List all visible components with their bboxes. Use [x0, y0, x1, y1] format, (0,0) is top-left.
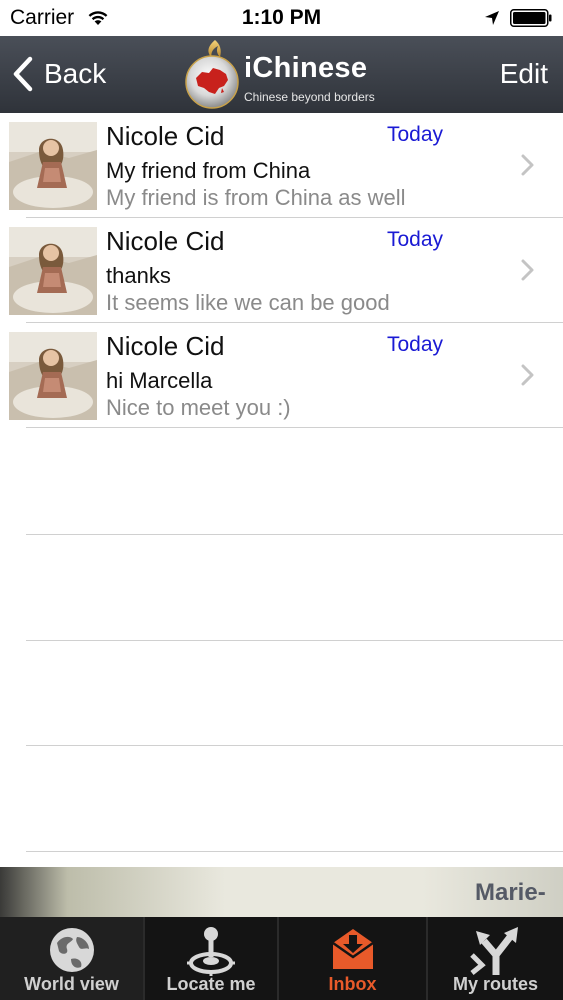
globe-icon: [49, 928, 94, 972]
status-time: 1:10 PM: [241, 6, 322, 29]
tab-locate-me[interactable]: Locate me: [145, 917, 277, 1000]
message-subject: thanks: [106, 263, 171, 288]
app-subtitle: Chinese beyond borders: [244, 90, 375, 104]
message-date: Today: [387, 228, 444, 251]
tab-world-view[interactable]: World view: [0, 917, 143, 1000]
chevron-left-icon: [13, 56, 33, 92]
chevron-right-icon: [521, 259, 534, 281]
message-row[interactable]: Nicole Cid Today thanks It seems like we…: [0, 218, 563, 323]
joystick-icon: [187, 927, 235, 976]
message-preview: My friend is from China as well: [106, 185, 406, 210]
avatar: [9, 332, 97, 420]
tab-label: Inbox: [328, 974, 377, 994]
empty-row-divider: [26, 851, 563, 852]
sender-name: Nicole Cid: [106, 121, 225, 151]
message-subject: My friend from China: [106, 158, 311, 183]
ad-banner[interactable]: Marie-: [0, 867, 563, 917]
back-label: Back: [44, 58, 107, 89]
app-logo: iChinese Chinese beyond borders: [182, 38, 392, 110]
status-bar: Carrier 1:10 PM: [0, 0, 563, 36]
row-divider: [26, 427, 563, 428]
back-button[interactable]: Back: [10, 52, 106, 96]
message-list: Nicole Cid Today My friend from China My…: [0, 113, 563, 867]
tab-label: Locate me: [166, 974, 256, 994]
app-title: iChinese: [244, 52, 368, 84]
location-arrow-icon: [485, 11, 499, 25]
message-row[interactable]: Nicole Cid Today hi Marcella Nice to mee…: [0, 323, 563, 428]
battery-icon: [510, 9, 552, 27]
tab-label: My routes: [452, 974, 539, 994]
edit-button[interactable]: Edit: [500, 58, 548, 90]
message-subject: hi Marcella: [106, 368, 213, 393]
china-map-emblem-icon: [185, 40, 239, 109]
routes-icon: [469, 927, 518, 975]
message-preview: Nice to meet you :): [106, 395, 291, 420]
avatar: [9, 122, 97, 210]
empty-row-divider: [26, 640, 563, 641]
inbox-icon: [331, 929, 374, 969]
message-date: Today: [387, 123, 444, 146]
tab-bar: World view Locate me Inbox My routes: [0, 917, 563, 1000]
empty-row-divider: [26, 534, 563, 535]
chevron-right-icon: [521, 154, 534, 176]
message-date: Today: [387, 333, 444, 356]
tab-my-routes[interactable]: My routes: [428, 917, 563, 1000]
message-row[interactable]: Nicole Cid Today My friend from China My…: [0, 113, 563, 218]
avatar: [9, 227, 97, 315]
tab-inbox[interactable]: Inbox: [279, 917, 426, 1000]
navigation-bar: Back iChinese Chinese beyond borders Edi…: [0, 36, 563, 113]
sender-name: Nicole Cid: [106, 226, 225, 256]
message-preview: It seems like we can be good: [106, 290, 390, 315]
chevron-right-icon: [521, 364, 534, 386]
sender-name: Nicole Cid: [106, 331, 225, 361]
tab-label: World view: [24, 974, 119, 994]
banner-text: Marie-: [475, 879, 546, 906]
empty-row-divider: [26, 745, 563, 746]
